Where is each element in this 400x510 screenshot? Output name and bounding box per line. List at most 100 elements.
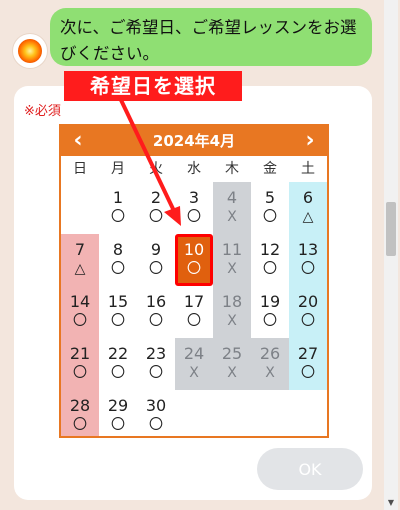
- calendar-day[interactable]: 28 〇: [61, 390, 99, 436]
- calendar-day[interactable]: 7 △: [61, 234, 99, 286]
- availability-mark: 〇: [263, 261, 277, 277]
- availability-mark: X: [227, 313, 237, 329]
- calendar-header: ‹ 2024年4月 ›: [61, 126, 327, 156]
- scroll-down-arrow-icon[interactable]: ▼: [384, 496, 398, 510]
- availability-mark: 〇: [73, 365, 87, 381]
- day-number: 1: [112, 188, 124, 207]
- chat-message-bubble: 次に、ご希望日、ご希望レッスンをお選びください。: [50, 8, 372, 66]
- weekday-label: 火: [149, 161, 163, 177]
- availability-mark: X: [227, 261, 237, 277]
- calendar-day[interactable]: 13 〇: [289, 234, 327, 286]
- day-number: 4: [226, 188, 238, 207]
- calendar-day[interactable]: 14 〇: [61, 286, 99, 338]
- availability-mark: X: [227, 209, 237, 225]
- calendar-month-title: 2024年4月: [152, 132, 236, 150]
- calendar-day[interactable]: 30 〇: [137, 390, 175, 436]
- availability-mark: 〇: [187, 209, 201, 225]
- availability-mark: 〇: [301, 365, 315, 381]
- day-number: 17: [183, 292, 205, 311]
- weekday-label: 金: [263, 161, 277, 177]
- day-number: 27: [297, 344, 319, 363]
- weekday-label: 木: [225, 161, 239, 177]
- availability-mark: X: [189, 365, 199, 381]
- sun-icon: [18, 39, 42, 63]
- availability-mark: 〇: [149, 365, 163, 381]
- day-number: 5: [264, 188, 276, 207]
- calendar-day: 24 X: [175, 338, 213, 390]
- weekday-label: 月: [111, 161, 125, 177]
- calendar-day: 4X: [213, 182, 251, 234]
- availability-mark: 〇: [111, 417, 125, 433]
- calendar-day: 11 X: [213, 234, 251, 286]
- availability-mark: 〇: [149, 417, 163, 433]
- calendar-day[interactable]: 27 〇: [289, 338, 327, 390]
- availability-mark: △: [302, 209, 314, 225]
- calendar-day[interactable]: 21 〇: [61, 338, 99, 390]
- next-month-icon[interactable]: ›: [295, 126, 325, 156]
- bot-avatar: [13, 34, 47, 68]
- calendar-day[interactable]: 29 〇: [99, 390, 137, 436]
- calendar-day: 18 X: [213, 286, 251, 338]
- day-number: 26: [259, 344, 281, 363]
- calendar-day[interactable]: 9〇: [137, 234, 175, 286]
- availability-mark: 〇: [263, 313, 277, 329]
- day-number: 6: [302, 188, 314, 207]
- day-number: 25: [221, 344, 243, 363]
- day-number: 10: [183, 240, 205, 259]
- calendar: ‹ 2024年4月 › 日月火水木金土 1 〇 2 〇 3 〇 4 X 5 〇 6 △ 7 △ 8 〇 9 〇 10…: [59, 124, 329, 438]
- availability-mark: 〇: [301, 313, 315, 329]
- day-number: 28: [69, 396, 91, 415]
- weekday-label: 土: [301, 161, 315, 177]
- availability-mark: △: [74, 261, 86, 277]
- day-number: 21: [69, 344, 91, 363]
- day-number: 16: [145, 292, 167, 311]
- calendar-day[interactable]: 17 〇: [175, 286, 213, 338]
- day-number: 19: [259, 292, 281, 311]
- calendar-day[interactable]: 16 〇: [137, 286, 175, 338]
- weekday-label: 水: [187, 161, 201, 177]
- day-number: 13: [297, 240, 319, 259]
- day-number: 3: [188, 188, 200, 207]
- calendar-day[interactable]: 23 〇: [137, 338, 175, 390]
- availability-mark: 〇: [111, 261, 125, 277]
- availability-mark: 〇: [111, 209, 125, 225]
- calendar-day[interactable]: 5〇: [251, 182, 289, 234]
- availability-mark: 〇: [149, 209, 163, 225]
- calendar-day[interactable]: 22 〇: [99, 338, 137, 390]
- availability-mark: 〇: [301, 261, 315, 277]
- calendar-day[interactable]: 15 〇: [99, 286, 137, 338]
- day-number: 23: [145, 344, 167, 363]
- calendar-day[interactable]: 2〇: [137, 182, 175, 234]
- calendar-day[interactable]: 19 〇: [251, 286, 289, 338]
- calendar-day[interactable]: 1〇: [99, 182, 137, 234]
- calendar-day: 25 X: [213, 338, 251, 390]
- availability-mark: X: [265, 365, 275, 381]
- availability-mark: 〇: [263, 209, 277, 225]
- calendar-day[interactable]: 8〇: [99, 234, 137, 286]
- calendar-day: 26 X: [251, 338, 289, 390]
- scrollbar-thumb[interactable]: [386, 202, 396, 256]
- availability-mark: 〇: [111, 365, 125, 381]
- calendar-day[interactable]: 12 〇: [251, 234, 289, 286]
- day-number: 8: [112, 240, 124, 259]
- day-number: 15: [107, 292, 129, 311]
- day-number: 30: [145, 396, 167, 415]
- availability-mark: 〇: [111, 313, 125, 329]
- calendar-day[interactable]: 6 △: [289, 182, 327, 234]
- calendar-day[interactable]: 20 〇: [289, 286, 327, 338]
- calendar-day-selected[interactable]: 10 〇: [175, 234, 213, 286]
- availability-mark: 〇: [73, 417, 87, 433]
- availability-mark: 〇: [149, 261, 163, 277]
- availability-mark: 〇: [187, 313, 201, 329]
- ok-button[interactable]: OK: [257, 448, 363, 490]
- day-number: 29: [107, 396, 129, 415]
- calendar-day[interactable]: 3〇: [175, 182, 213, 234]
- weekday-label: 日: [73, 161, 87, 177]
- day-number: 12: [259, 240, 281, 259]
- chat-message-text: 次に、ご希望日、ご希望レッスンをお選びください。: [60, 18, 357, 63]
- day-number: 14: [69, 292, 91, 311]
- day-number: 7: [74, 240, 86, 259]
- day-number: 11: [221, 240, 243, 259]
- availability-mark: 〇: [73, 313, 87, 329]
- availability-mark: X: [227, 365, 237, 381]
